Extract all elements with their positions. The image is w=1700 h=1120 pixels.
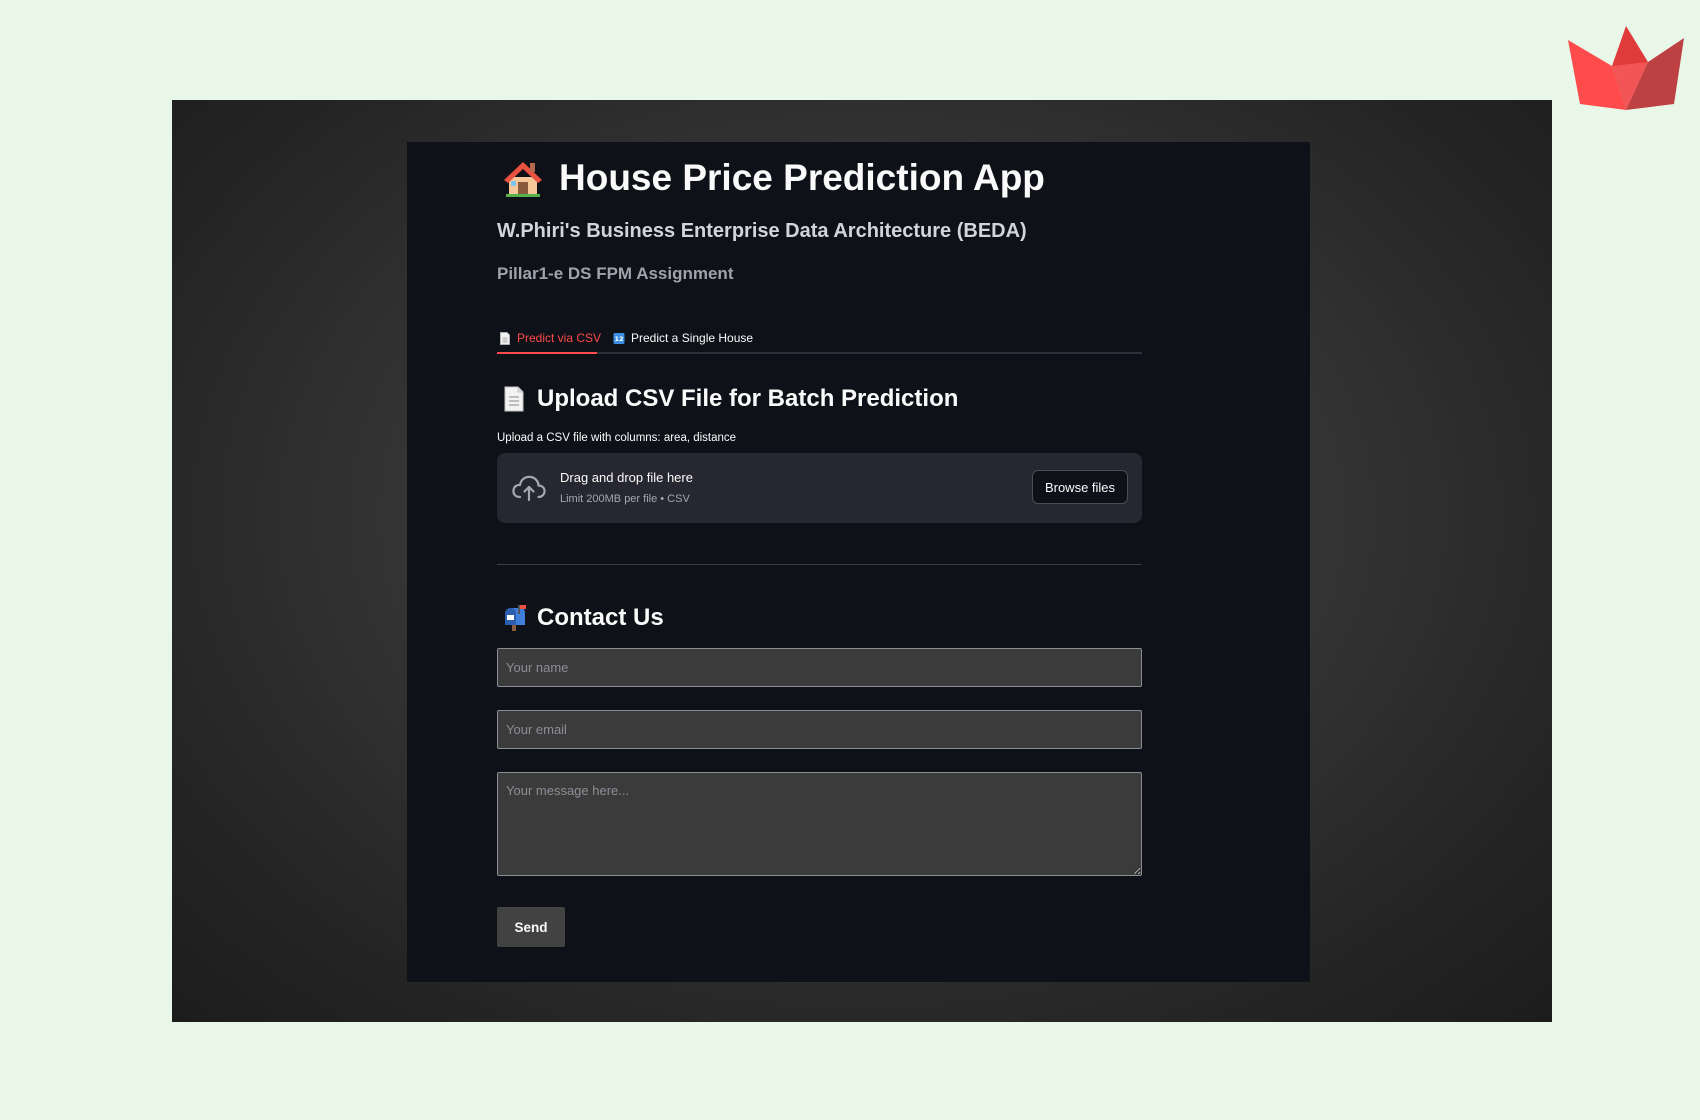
house-icon [504,162,542,197]
dropzone-instructions: Drag and drop file here [560,470,693,485]
tab-label: Predict a Single House [631,331,754,345]
message-textarea[interactable] [497,772,1142,876]
name-input[interactable] [497,648,1142,687]
send-button[interactable]: Send [497,907,565,947]
page-subtitle: W.Phiri's Business Enterprise Data Archi… [497,220,1027,242]
contact-section-header: Contact Us [497,601,664,635]
contact-section-title: Contact Us [537,604,664,631]
input-numbers-icon: 12 [613,332,625,344]
screenshot-frame: House Price Prediction App W.Phiri's Bus… [172,100,1552,1022]
active-tab-indicator [497,352,597,354]
upload-section-title: Upload CSV File for Batch Prediction [537,385,959,412]
cloud-upload-icon [512,475,546,502]
page-facing-up-icon [500,331,510,345]
section-divider [497,564,1142,565]
upload-section-header: Upload CSV File for Batch Prediction [497,382,958,416]
browse-files-button[interactable]: Browse files [1032,470,1128,504]
tab-bar: Predict via CSV 12 Predict a Single Hous… [497,324,1142,354]
tab-label: Predict via CSV [517,331,602,345]
svg-text:12: 12 [614,335,623,343]
email-input[interactable] [497,710,1142,749]
mailbox-icon [505,605,526,631]
page-title-row: House Price Prediction App [497,154,1045,202]
uploader-label: Upload a CSV file with columns: area, di… [497,432,737,444]
streamlit-crown-logo-icon [1568,26,1684,110]
tab-predict-single-house[interactable]: 12 Predict a Single House [613,324,753,352]
page-caption: Pillar1-e DS FPM Assignment [497,264,734,283]
tab-predict-via-csv[interactable]: Predict via CSV [499,324,601,352]
app-main-panel: House Price Prediction App W.Phiri's Bus… [407,142,1310,982]
file-dropzone[interactable]: Drag and drop file here Limit 200MB per … [497,453,1142,523]
page-facing-up-icon [504,386,524,412]
dropzone-limit-text: Limit 200MB per file • CSV [560,493,690,505]
page-title: House Price Prediction App [559,157,1045,198]
